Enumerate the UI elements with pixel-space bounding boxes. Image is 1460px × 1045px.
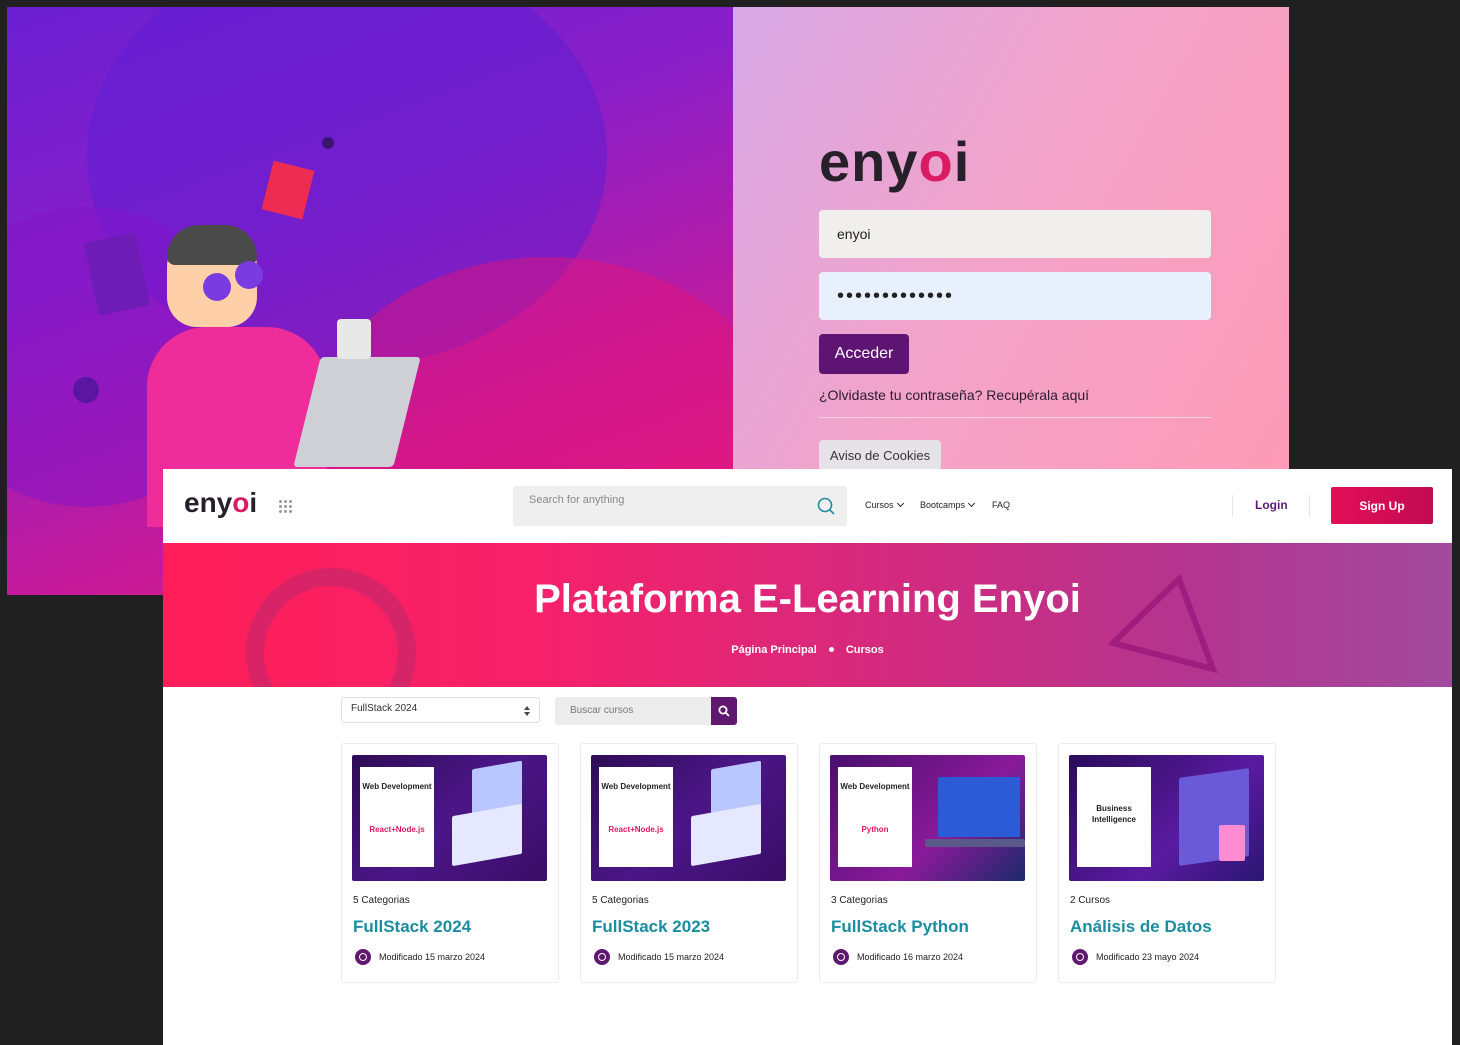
course-modified-date: Modificado 15 marzo 2024 [618, 952, 725, 962]
clock-icon [1072, 949, 1088, 965]
search-placeholder: Search for anything [529, 494, 625, 506]
breadcrumb-home[interactable]: Página Principal [731, 644, 817, 656]
course-modified-date: Modificado 16 marzo 2024 [857, 952, 964, 962]
course-meta: 2 Cursos [1070, 895, 1111, 906]
signup-button[interactable]: Sign Up [1331, 487, 1433, 524]
course-search-placeholder: Buscar cursos [570, 705, 634, 716]
username-field[interactable]: enyoi [819, 210, 1211, 258]
apps-grid-icon[interactable] [279, 500, 293, 514]
breadcrumb-separator [828, 647, 834, 652]
course-title[interactable]: Análisis de Datos [1070, 917, 1212, 937]
brand-logo[interactable]: enyoi [184, 487, 257, 519]
course-card[interactable]: Web Development React+Node.js 5 Categori… [341, 743, 559, 983]
clock-icon [833, 949, 849, 965]
course-modified-date: Modificado 23 mayo 2024 [1096, 952, 1200, 962]
divider [1232, 495, 1233, 517]
search-icon [718, 705, 730, 717]
course-search-input[interactable]: Buscar cursos [555, 697, 712, 725]
course-card[interactable]: Business Intelligence 2 Cursos Análisis … [1058, 743, 1276, 983]
platform-window: enyoi Search for anything Cursos Bootcam… [163, 469, 1452, 1045]
forgot-password-link[interactable]: ¿Olvidaste tu contraseña? Recupérala aqu… [819, 387, 1089, 403]
hero-banner: Plataforma E-Learning Enyoi Página Princ… [163, 543, 1452, 687]
breadcrumb: Página Principal Cursos [163, 644, 1452, 656]
course-card[interactable]: Web Development Python 3 Categorias Full… [819, 743, 1037, 983]
course-search-button[interactable] [711, 697, 737, 725]
breadcrumb-current: Cursos [845, 644, 884, 656]
login-link[interactable]: Login [1255, 498, 1288, 512]
password-field[interactable]: ••••••••••••• [819, 272, 1211, 320]
clock-icon [594, 949, 610, 965]
acceder-button[interactable]: Acceder [819, 334, 909, 374]
category-select-value: FullStack 2024 [351, 703, 418, 714]
select-arrows-icon [524, 706, 530, 716]
search-input[interactable]: Search for anything [513, 486, 847, 526]
search-icon[interactable] [817, 497, 835, 515]
divider [819, 417, 1211, 418]
nav-bootcamps[interactable]: Bootcamps [920, 499, 976, 510]
nav-cursos[interactable]: Cursos [865, 499, 904, 510]
nav-faq[interactable]: FAQ [992, 500, 1010, 510]
category-select[interactable]: FullStack 2024 [341, 697, 540, 723]
course-title[interactable]: FullStack 2024 [353, 917, 471, 937]
course-meta: 5 Categorias [592, 895, 649, 906]
divider [1309, 495, 1310, 517]
course-meta: 3 Categorias [831, 895, 888, 906]
clock-icon [355, 949, 371, 965]
course-thumbnail: Business Intelligence [1069, 755, 1264, 881]
chevron-down-icon [896, 499, 904, 508]
course-thumbnail: Web Development React+Node.js [591, 755, 786, 881]
top-navbar: enyoi Search for anything Cursos Bootcam… [163, 469, 1452, 543]
login-logo: enyoi [819, 130, 971, 193]
course-modified-date: Modificado 15 marzo 2024 [379, 952, 486, 962]
course-thumbnail: Web Development Python [830, 755, 1025, 881]
cookies-notice-button[interactable]: Aviso de Cookies [819, 440, 941, 470]
course-card[interactable]: Web Development React+Node.js 5 Categori… [580, 743, 798, 983]
course-title[interactable]: FullStack 2023 [592, 917, 710, 937]
course-title[interactable]: FullStack Python [831, 917, 969, 937]
page-title: Plataforma E-Learning Enyoi [534, 577, 1081, 621]
chevron-down-icon [967, 499, 976, 508]
course-thumbnail: Web Development React+Node.js [352, 755, 547, 881]
course-meta: 5 Categorias [353, 895, 410, 906]
